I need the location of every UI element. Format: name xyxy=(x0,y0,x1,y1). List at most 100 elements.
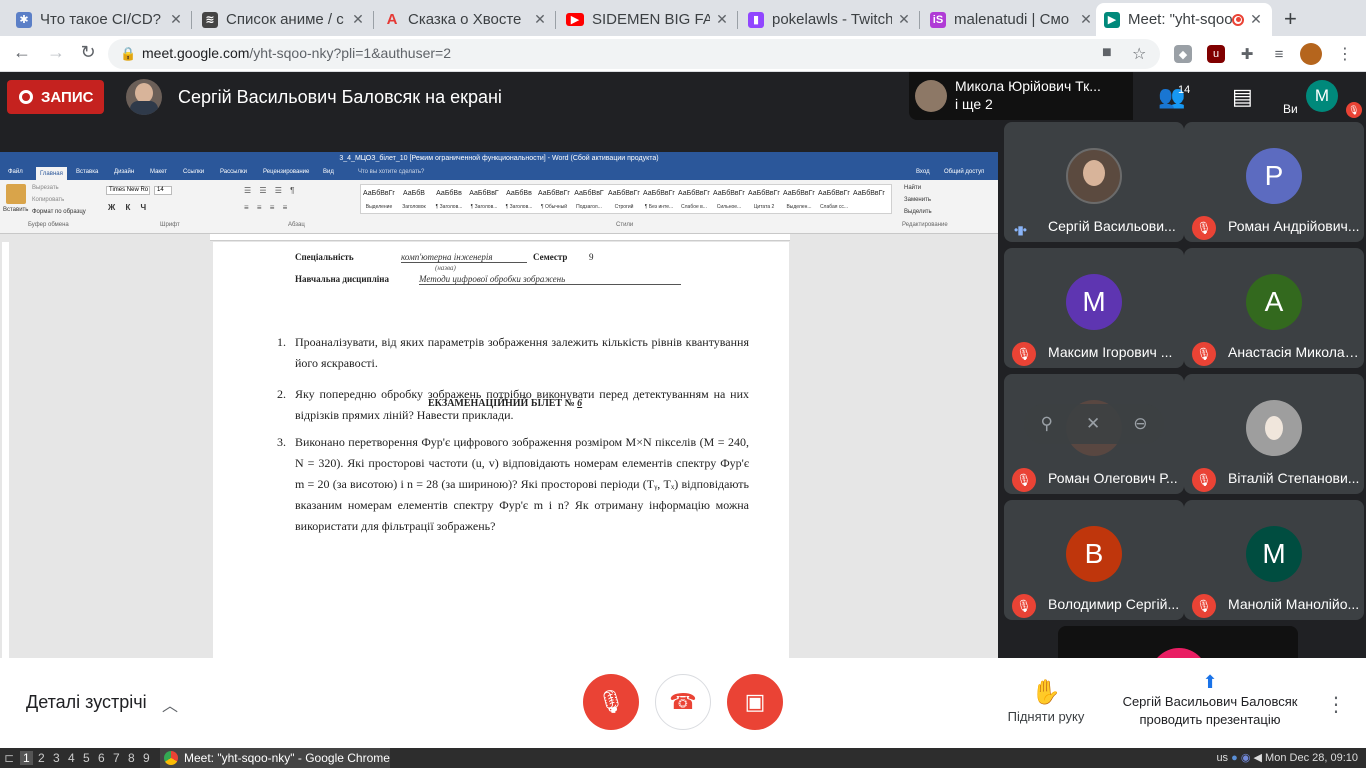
style-sample[interactable]: АаБбВвГг xyxy=(607,190,641,197)
reload-icon[interactable]: ↻ xyxy=(76,42,100,63)
workspace-2[interactable]: 2 xyxy=(38,751,45,765)
word-tab-references[interactable]: Ссылки xyxy=(183,169,204,175)
forward-icon[interactable]: → xyxy=(44,42,68,63)
style-sample[interactable]: АаБбВвГг xyxy=(677,190,711,197)
word-tab-view[interactable]: Вид xyxy=(323,169,334,175)
workspace-9[interactable]: 9 xyxy=(143,751,150,765)
font-size-box[interactable]: 14 xyxy=(154,186,172,195)
ublock-icon[interactable]: u xyxy=(1207,45,1225,63)
leave-call-button[interactable]: ☎ xyxy=(655,674,711,730)
paragraph-buttons[interactable]: ☰ ☰ ☰ ¶ xyxy=(244,186,297,195)
word-tab-design[interactable]: Дизайн xyxy=(114,169,134,175)
lock-icon: 🔒 xyxy=(120,46,137,61)
word-tab-review[interactable]: Рецензирование xyxy=(263,169,309,175)
participant-tile[interactable]: 🎙 Віталій Степанови... xyxy=(1184,374,1364,494)
close-tab-icon[interactable]: ✕ xyxy=(168,11,184,28)
close-tab-icon[interactable]: ✕ xyxy=(1248,11,1264,28)
style-sample[interactable]: АаБбВ xyxy=(397,190,431,197)
bookmark-star-icon[interactable]: ☆ xyxy=(1132,44,1146,64)
shield-extension-icon[interactable]: ◆ xyxy=(1174,45,1192,63)
paste-icon[interactable] xyxy=(6,184,26,204)
chat-icon[interactable]: ▤ xyxy=(1232,84,1253,110)
workspace-3[interactable]: 3 xyxy=(53,751,60,765)
pin-icon[interactable]: ⚲ xyxy=(1041,414,1053,434)
style-sample[interactable]: АаБбВвГг xyxy=(537,190,571,197)
style-sample[interactable]: АаБбВв xyxy=(432,190,466,197)
browser-tab[interactable]: ✱ Что такое CI/CD? ✕ xyxy=(8,3,192,36)
close-tab-icon[interactable]: ✕ xyxy=(350,11,366,28)
raise-hand-button[interactable]: ✋ Підняти руку xyxy=(1000,678,1092,724)
workspace-1[interactable]: 1 xyxy=(20,751,33,765)
participant-tile[interactable]: ⚲ ✕ ⊖ 🎙 Роман Олегович Р... xyxy=(1004,374,1184,494)
chevron-up-icon[interactable]: ︿ xyxy=(162,692,178,716)
discord-icon[interactable]: ◉ xyxy=(1241,752,1251,764)
back-icon[interactable]: ← xyxy=(10,42,34,63)
self-view-tile[interactable] xyxy=(1058,626,1298,658)
word-tab-mailings[interactable]: Рассылки xyxy=(220,169,247,175)
launcher-icon[interactable]: ⊏ xyxy=(4,751,14,765)
workspace-4[interactable]: 4 xyxy=(68,751,75,765)
meeting-details-button[interactable]: Деталі зустрічі xyxy=(26,692,147,713)
participant-tile[interactable]: B 🎙 Володимир Сергій... xyxy=(1004,500,1184,620)
word-login[interactable]: Вход xyxy=(916,169,930,175)
browser-tab[interactable]: ▶ SIDEMEN BIG FAT ✕ xyxy=(558,3,738,36)
browser-tab[interactable]: ≋ Список аниме / с ✕ xyxy=(194,3,374,36)
workspace-7[interactable]: 7 xyxy=(113,751,120,765)
word-share[interactable]: Общий доступ xyxy=(944,169,984,175)
participant-tile[interactable]: P 🎙 Роман Андрійович... xyxy=(1184,122,1364,242)
paste-label[interactable]: Вставить xyxy=(3,207,28,213)
presentation-status[interactable]: ⬆ Сергій Васильович Баловсяк проводить п… xyxy=(1110,672,1310,729)
extensions-icon[interactable]: ✚ xyxy=(1238,45,1256,63)
question-2: 2. Яку попередню обробку зображень потріб… xyxy=(277,387,749,422)
style-sample[interactable]: АаБбВвГг xyxy=(782,190,816,197)
style-sample[interactable]: АаБбВвГг xyxy=(747,190,781,197)
profile-avatar[interactable] xyxy=(1300,43,1322,65)
word-tab-layout[interactable]: Макет xyxy=(150,169,167,175)
font-format-buttons[interactable]: Ж К Ч xyxy=(108,203,150,212)
word-tab-home[interactable]: Главная xyxy=(36,167,67,180)
mic-toggle-button[interactable]: 🎙 xyxy=(583,674,639,730)
close-tab-icon[interactable]: ✕ xyxy=(532,11,548,28)
browser-tab[interactable]: A Сказка о Хвосте ✕ xyxy=(376,3,556,36)
remove-participant-icon[interactable]: ⊖ xyxy=(1133,414,1147,434)
workspace-5[interactable]: 5 xyxy=(83,751,90,765)
mute-participant-icon[interactable]: ✕ xyxy=(1086,414,1100,434)
align-buttons[interactable]: ≡ ≡ ≡ ≡ xyxy=(244,203,290,212)
document-page[interactable]: Спеціальність комп'ютерна інженерія (наз… xyxy=(213,242,789,658)
font-name-box[interactable]: Times New Ro xyxy=(106,186,150,195)
participant-tile[interactable]: M 🎙 Манолій Манолійо... xyxy=(1184,500,1364,620)
taskbar-window-chrome[interactable]: Meet: "yht-sqoo-nky" - Google Chrome xyxy=(160,748,390,768)
camera-icon[interactable]: ■ xyxy=(1102,44,1112,62)
word-tab-insert[interactable]: Вставка xyxy=(76,169,98,175)
style-sample[interactable]: АаБбВв xyxy=(502,190,536,197)
word-tell-me[interactable]: Что вы хотите сделать? xyxy=(358,169,424,175)
workspace-6[interactable]: 6 xyxy=(98,751,105,765)
style-sample[interactable]: АаБбВвГг xyxy=(712,190,746,197)
media-control-icon[interactable]: ≡ xyxy=(1270,45,1288,63)
browser-tab[interactable]: iS malenatudi | Смо ✕ xyxy=(922,3,1102,36)
recording-badge[interactable]: ЗАПИС xyxy=(7,80,104,114)
new-tab-icon[interactable]: + xyxy=(1284,6,1297,32)
participant-tile[interactable]: M 🎙 Максим Ігорович ... xyxy=(1004,248,1184,368)
style-sample[interactable]: АаБбВвГг xyxy=(817,190,851,197)
style-sample[interactable]: АаБбВвГг xyxy=(642,190,676,197)
browser-tab[interactable]: ▮ pokelawls - Twitch ✕ xyxy=(740,3,920,36)
style-sample[interactable]: АаБбВвГг xyxy=(362,190,396,197)
close-tab-icon[interactable]: ✕ xyxy=(896,11,912,28)
camera-toggle-button[interactable]: ▣ xyxy=(727,674,783,730)
close-tab-icon[interactable]: ✕ xyxy=(714,11,730,28)
style-sample[interactable]: АаБбВвГ xyxy=(572,190,606,197)
volume-icon[interactable]: ◀ xyxy=(1254,752,1262,764)
browser-tab-active[interactable]: ▶ Meet: "yht-sqoo-nky" ✕ xyxy=(1096,3,1272,36)
style-sample[interactable]: АаБбВвГ xyxy=(467,190,501,197)
close-tab-icon[interactable]: ✕ xyxy=(1078,11,1094,28)
browser-menu-icon[interactable]: ⋮ xyxy=(1336,45,1354,63)
address-bar[interactable]: 🔒 meet.google.com/yht-sqoo-nky?pli=1&aut… xyxy=(108,39,1160,69)
word-tab-file[interactable]: Файл xyxy=(8,169,23,175)
style-sample[interactable]: АаБбВвГг xyxy=(852,190,886,197)
participant-tile[interactable]: A 🎙 Анастасія Миколаї... xyxy=(1184,248,1364,368)
workspace-8[interactable]: 8 xyxy=(128,751,135,765)
more-options-icon[interactable]: ⋮ xyxy=(1326,692,1346,717)
updates-icon[interactable]: ● xyxy=(1231,752,1238,764)
participant-tile[interactable]: •▮• Сергій Васильови... xyxy=(1004,122,1184,242)
